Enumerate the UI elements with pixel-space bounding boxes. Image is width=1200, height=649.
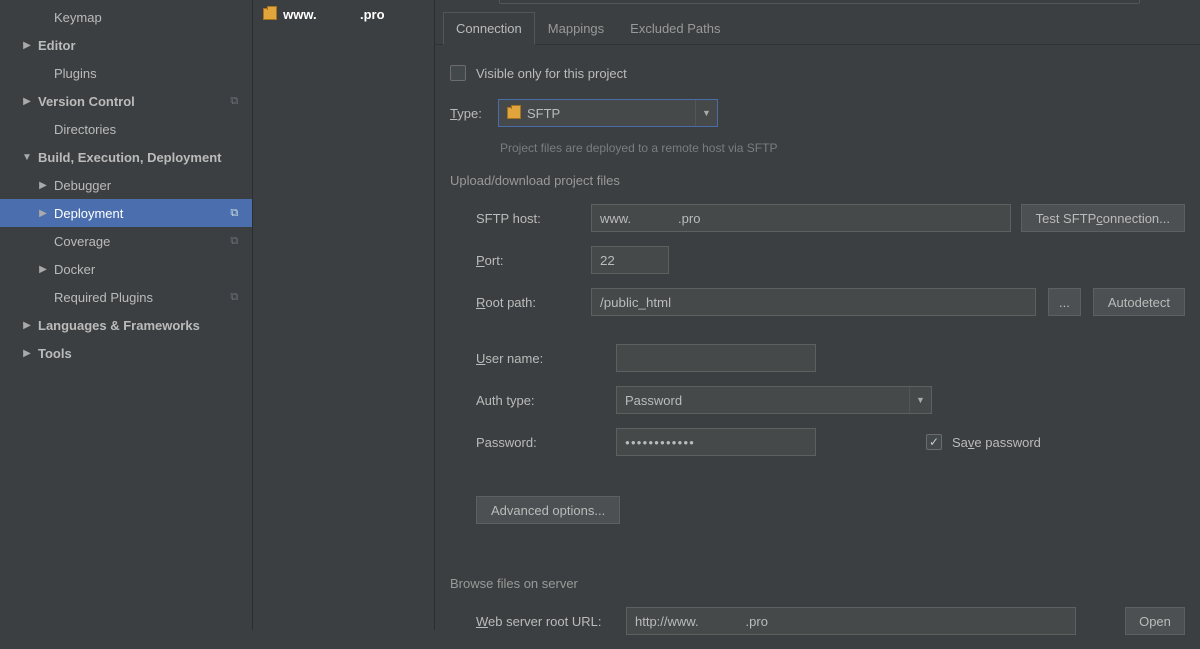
tree-toggle-icon[interactable]: ▶ (36, 180, 50, 191)
visible-only-checkbox[interactable] (450, 65, 466, 81)
tree-label: Build, Execution, Deployment (38, 150, 221, 165)
port-input[interactable] (591, 246, 669, 274)
port-label: Port: (476, 253, 591, 268)
advanced-options-button[interactable]: Advanced options... (476, 496, 620, 524)
tree-label: Editor (38, 38, 76, 53)
tab-connection[interactable]: Connection (443, 12, 535, 45)
tree-label: Plugins (54, 66, 97, 81)
open-button[interactable]: Open (1125, 607, 1185, 635)
sidebar-item-version-control[interactable]: ▶ Version Control ⧉ (0, 87, 252, 115)
scope-icon: ⧉ (230, 95, 238, 108)
auth-type-select[interactable]: Password ▼ (616, 386, 932, 414)
tab-mappings[interactable]: Mappings (535, 12, 617, 44)
dropdown-arrow-icon: ▼ (695, 100, 717, 126)
sidebar-item-directories[interactable]: ▶Directories (0, 115, 252, 143)
type-select[interactable]: SFTP ▼ (498, 99, 718, 127)
user-label: User name: (476, 351, 616, 366)
settings-tree: ▶Keymap ▶Editor ▶Plugins ▶Version Contro… (0, 0, 252, 630)
host-label: SFTP host: (476, 211, 591, 226)
tree-label: Tools (38, 346, 72, 361)
sidebar-item-keymap[interactable]: ▶Keymap (0, 3, 252, 31)
tree-label: Deployment (54, 206, 123, 221)
autodetect-button[interactable]: Autodetect (1093, 288, 1185, 316)
name-field-area (435, 0, 1200, 4)
auth-label: Auth type: (476, 393, 616, 408)
auth-value: Password (625, 393, 682, 408)
sidebar-item-deployment[interactable]: ▶ Deployment ⧉ (0, 199, 252, 227)
upload-section-title: Upload/download project files (450, 173, 1185, 188)
save-password-label: Save password (952, 435, 1041, 450)
auth-row: Auth type: Password ▼ (476, 386, 1185, 414)
visible-only-row: Visible only for this project (450, 65, 1185, 81)
deployment-config-panel: Connection Mappings Excluded Paths Visib… (434, 0, 1200, 630)
dropdown-arrow-icon: ▼ (909, 387, 931, 413)
tree-label: Languages & Frameworks (38, 318, 200, 333)
tree-toggle-icon[interactable]: ▼ (20, 152, 34, 163)
test-connection-button[interactable]: Test SFTP connection... (1021, 204, 1185, 232)
tree-label: Required Plugins (54, 290, 153, 305)
upload-fields: SFTP host: www. .pro Test SFTP connectio… (450, 204, 1185, 524)
server-list-item[interactable]: www. .pro (253, 2, 434, 26)
name-field-border (499, 0, 1140, 4)
tab-excluded-paths[interactable]: Excluded Paths (617, 12, 733, 44)
tree-label: Directories (54, 122, 116, 137)
browse-section: Browse files on server Web server root U… (450, 576, 1185, 635)
sidebar-item-languages[interactable]: ▶ Languages & Frameworks (0, 311, 252, 339)
visible-only-label: Visible only for this project (476, 66, 627, 81)
root-input[interactable] (591, 288, 1036, 316)
type-label: Type: (450, 106, 498, 121)
sidebar-item-coverage[interactable]: ▶Coverage⧉ (0, 227, 252, 255)
tree-label: Docker (54, 262, 95, 277)
scope-icon: ⧉ (230, 207, 238, 220)
root-row: Root path: ... Autodetect (476, 288, 1185, 316)
tree-toggle-icon[interactable]: ▶ (36, 208, 50, 219)
tree-toggle-icon[interactable]: ▶ (36, 264, 50, 275)
tree-toggle-icon[interactable]: ▶ (20, 320, 34, 331)
root-label: Root path: (476, 295, 591, 310)
config-tabs: Connection Mappings Excluded Paths (435, 12, 1200, 45)
web-url-row: Web server root URL: http://www. .pro Op… (450, 607, 1185, 635)
connection-tab-content: Visible only for this project Type: SFTP… (435, 45, 1200, 649)
sidebar-item-editor[interactable]: ▶ Editor (0, 31, 252, 59)
user-input[interactable] (616, 344, 816, 372)
port-row: Port: (476, 246, 1185, 274)
server-list: www. .pro (252, 0, 434, 630)
host-row: SFTP host: www. .pro Test SFTP connectio… (476, 204, 1185, 232)
sidebar-item-required-plugins[interactable]: ▶Required Plugins⧉ (0, 283, 252, 311)
tree-label: Coverage (54, 234, 110, 249)
type-hint: Project files are deployed to a remote h… (500, 141, 1185, 155)
tree-label: Keymap (54, 10, 102, 25)
tree-toggle-icon[interactable]: ▶ (20, 40, 34, 51)
sidebar-item-docker[interactable]: ▶ Docker (0, 255, 252, 283)
type-value: SFTP (527, 106, 560, 121)
sidebar-item-debugger[interactable]: ▶ Debugger (0, 171, 252, 199)
browse-section-title: Browse files on server (450, 576, 1185, 591)
password-input[interactable]: ●●●●●●●●●●●● (616, 428, 816, 456)
password-label: Password: (476, 435, 616, 450)
web-url-input[interactable]: http://www. .pro (626, 607, 1076, 635)
web-url-label: Web server root URL: (476, 614, 626, 629)
tree-label: Version Control (38, 94, 135, 109)
host-input[interactable]: www. .pro (591, 204, 1011, 232)
root-browse-button[interactable]: ... (1048, 288, 1081, 316)
scope-icon: ⧉ (230, 235, 238, 248)
type-row: Type: SFTP ▼ (450, 99, 1185, 127)
tree-label: Debugger (54, 178, 111, 193)
tree-toggle-icon[interactable]: ▶ (20, 348, 34, 359)
sidebar-item-build[interactable]: ▼ Build, Execution, Deployment (0, 143, 252, 171)
sidebar-item-plugins[interactable]: ▶Plugins (0, 59, 252, 87)
server-folder-icon (263, 8, 277, 20)
password-row: Password: ●●●●●●●●●●●● Save password (476, 428, 1185, 456)
sftp-icon (507, 107, 521, 119)
server-name: www. .pro (283, 7, 384, 22)
user-row: User name: (476, 344, 1185, 372)
save-password-checkbox[interactable] (926, 434, 942, 450)
tree-toggle-icon[interactable]: ▶ (20, 96, 34, 107)
scope-icon: ⧉ (230, 291, 238, 304)
sidebar-item-tools[interactable]: ▶ Tools (0, 339, 252, 367)
